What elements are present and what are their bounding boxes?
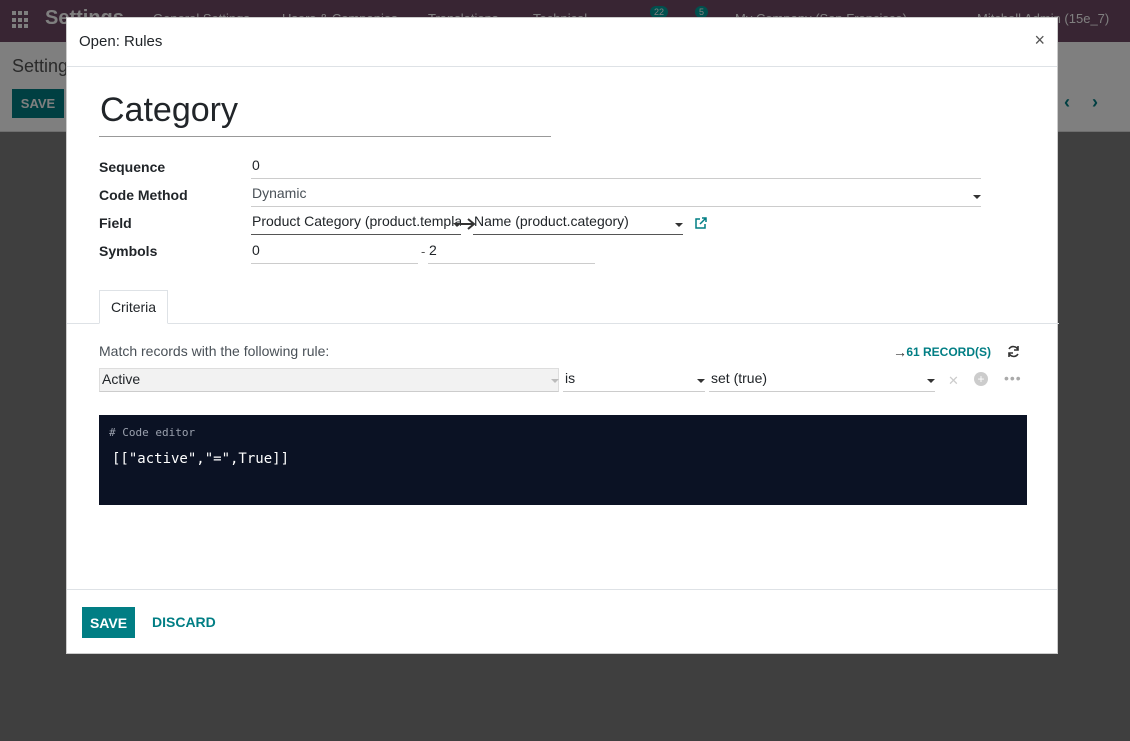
field-path-value-2: Name (product.category) — [474, 213, 629, 229]
rule-value-caret-icon — [927, 379, 935, 383]
arrow-right-icon[interactable]: → — [893, 344, 907, 360]
records-count-link[interactable]: 61 RECORD(S) — [906, 345, 991, 359]
rule-field-caret-icon — [551, 379, 559, 383]
field-path-select-2[interactable]: Name (product.category) — [473, 213, 683, 235]
rule-field-select[interactable]: Active — [99, 368, 559, 392]
field-path-select-1[interactable]: Product Category (product.templa — [251, 213, 461, 235]
modal-header: Open: Rules × — [67, 18, 1057, 67]
notebook-tabs: Criteria — [67, 290, 1059, 324]
refresh-icon[interactable] — [1007, 345, 1020, 358]
rule-value-select[interactable]: set (true) — [709, 368, 935, 392]
rule-operator-caret-icon — [697, 379, 705, 383]
rule-field-value: Active — [102, 371, 141, 387]
code-editor-content[interactable]: [["active","=",True]] — [112, 451, 289, 467]
code-method-caret-icon — [973, 195, 981, 199]
modal-footer: SAVE DISCARD — [67, 589, 1057, 654]
code-editor-comment: # Code editor — [109, 426, 196, 439]
symbols-separator: - — [421, 244, 426, 259]
discard-button[interactable]: DISCARD — [152, 614, 216, 630]
field-path-value-1: Product Category (product.templa — [252, 213, 461, 229]
record-name-input[interactable]: Category — [99, 91, 551, 137]
code-editor[interactable]: # Code editor [["active","=",True]] — [99, 415, 1027, 505]
save-button[interactable]: SAVE — [82, 607, 135, 638]
delete-rule-icon[interactable]: ✕ — [948, 373, 959, 389]
code-method-select[interactable]: Dynamic — [251, 185, 981, 207]
symbols-from-input[interactable]: 0 — [251, 242, 418, 264]
sequence-label: Sequence — [99, 159, 166, 175]
symbols-label: Symbols — [99, 243, 158, 259]
rules-dialog: Open: Rules × Category Sequence 0 Code M… — [66, 17, 1059, 654]
close-icon[interactable]: × — [1034, 30, 1045, 51]
symbols-to-input[interactable]: 2 — [428, 242, 595, 264]
tab-criteria[interactable]: Criteria — [99, 290, 168, 324]
rule-operator-select[interactable]: is — [563, 368, 705, 392]
match-rule-text: Match records with the following rule: — [99, 343, 330, 359]
field-path-caret-icon-2 — [675, 223, 683, 227]
sequence-input[interactable]: 0 — [251, 157, 981, 179]
external-link-icon[interactable] — [694, 216, 708, 230]
add-rule-icon[interactable]: + — [974, 372, 988, 386]
code-method-label: Code Method — [99, 187, 188, 203]
rule-operator-value: is — [565, 370, 576, 386]
code-method-value: Dynamic — [252, 185, 307, 201]
rule-value-value: set (true) — [711, 370, 768, 386]
modal-title: Open: Rules — [79, 33, 163, 50]
more-options-icon[interactable]: ••• — [1004, 370, 1022, 386]
field-label: Field — [99, 215, 132, 231]
